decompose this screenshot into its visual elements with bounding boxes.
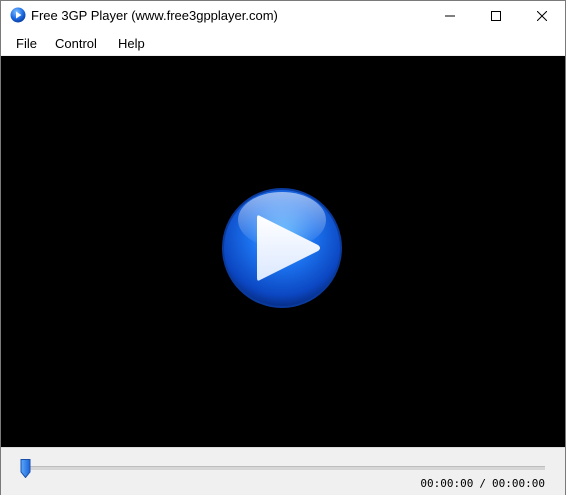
app-window: Free 3GP Player (www.free3gpplayer.com) … [0, 0, 566, 495]
seek-thumb[interactable] [20, 459, 31, 478]
window-title: Free 3GP Player (www.free3gpplayer.com) [31, 8, 278, 23]
minimize-button[interactable] [427, 1, 473, 31]
video-display[interactable] [1, 56, 565, 447]
menu-control[interactable]: Control [55, 36, 97, 51]
maximize-icon [491, 11, 501, 21]
menu-file[interactable]: File [16, 36, 37, 51]
total-time: 00:00:00 [492, 477, 545, 490]
menu-bar: File Control Help [1, 31, 565, 56]
seek-bar[interactable] [25, 466, 545, 470]
control-panel: 00:00:00 / 00:00:00 [1, 447, 565, 495]
play-button[interactable] [220, 186, 344, 310]
time-separator: / [479, 477, 487, 490]
close-button[interactable] [519, 1, 565, 31]
menu-help[interactable]: Help [118, 36, 145, 51]
minimize-icon [445, 15, 455, 17]
close-icon [537, 11, 547, 21]
app-play-icon [10, 7, 26, 23]
title-bar[interactable]: Free 3GP Player (www.free3gpplayer.com) [1, 1, 565, 31]
time-display: 00:00:00 / 00:00:00 [420, 477, 545, 490]
maximize-button[interactable] [473, 1, 519, 31]
current-time: 00:00:00 [420, 477, 474, 490]
